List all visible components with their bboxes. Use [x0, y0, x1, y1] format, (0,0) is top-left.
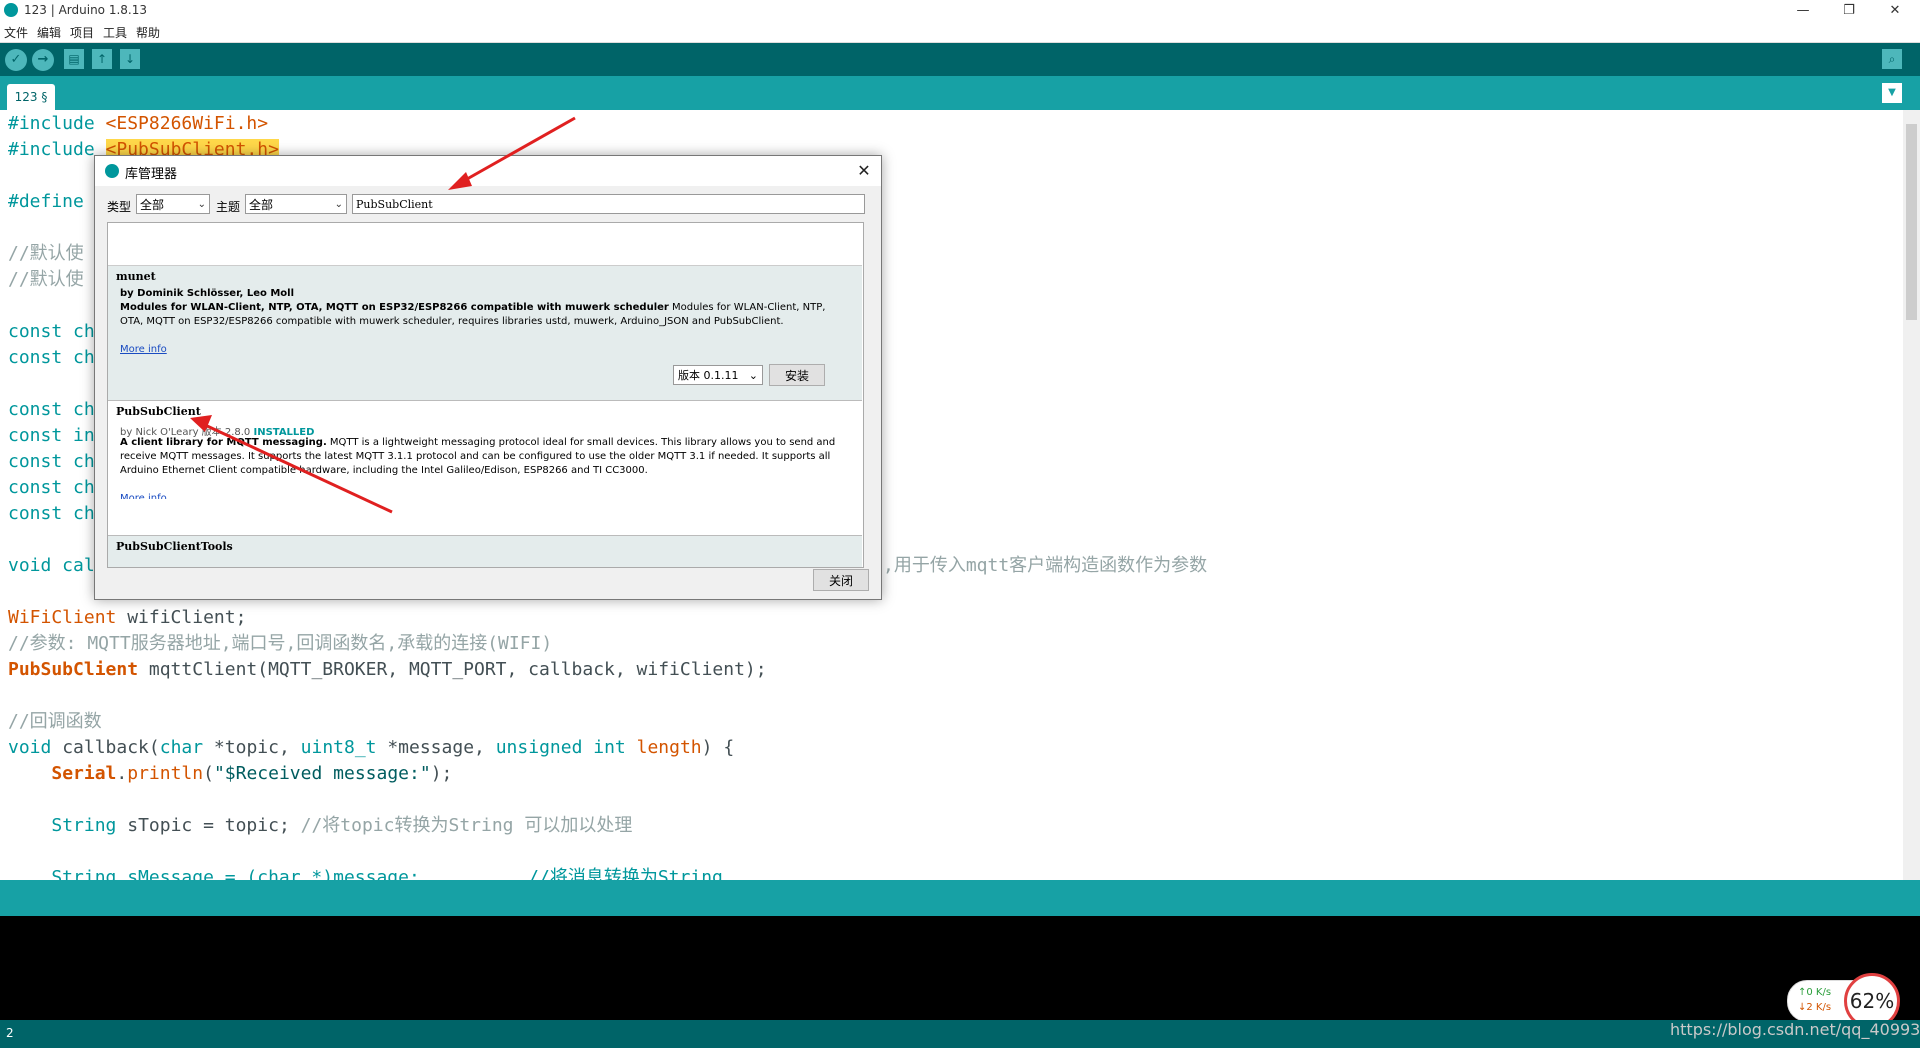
menu-help[interactable]: 帮助 [136, 24, 160, 41]
menu-edit[interactable]: 编辑 [37, 24, 61, 41]
list-scrollbar[interactable] [863, 223, 864, 567]
code-line: const ch [8, 399, 95, 420]
code-line: const in [8, 425, 95, 446]
code-line: Serial.println("$Received message:"); [51, 763, 453, 784]
tab-menu-icon[interactable]: ▼ [1882, 83, 1902, 103]
library-name: munet [116, 270, 156, 283]
code-line: PubSubClient mqttClient(MQTT_BROKER, MQT… [8, 659, 767, 680]
serial-monitor-icon[interactable]: ⌕ [1882, 49, 1902, 69]
close-dialog-button[interactable]: 关闭 [813, 569, 869, 591]
library-list[interactable]: munet by Dominik Schlösser, Leo Moll Mod… [107, 222, 864, 568]
console-output[interactable] [0, 916, 1920, 1020]
code-line: String sTopic = topic; //将topic转换为String… [51, 815, 633, 836]
list-item-munet[interactable]: munet by Dominik Schlösser, Leo Moll Mod… [108, 266, 862, 401]
code-line: void cal [8, 555, 95, 576]
arduino-logo-icon [105, 164, 119, 178]
list-item-pubsubclienttools[interactable]: PubSubClientTools [108, 536, 862, 567]
download-speed: ↓2 K/s [1798, 1002, 1832, 1013]
code-line: WiFiClient wifiClient; [8, 607, 247, 628]
chevron-down-icon: ⌄ [748, 369, 758, 382]
code-line: const ch [8, 477, 95, 498]
upload-speed: ↑0 K/s [1798, 987, 1832, 998]
code-line: //默认使 [8, 243, 84, 264]
code-line: void callback(char *topic, uint8_t *mess… [8, 737, 735, 758]
toolbar: ✓ → ▤ ↑ ↓ ⌕ [0, 43, 1920, 76]
library-author: by Dominik Schlösser, Leo Moll [120, 288, 295, 299]
open-file-icon[interactable]: ↑ [92, 49, 112, 69]
code-line: #define [8, 191, 95, 212]
status-bar: 2 [0, 1020, 1920, 1048]
topic-label: 主题 [216, 200, 241, 214]
title-bar: 123 | Arduino 1.8.13 — ❐ ✕ [0, 0, 1920, 22]
code-line: const ch [8, 347, 95, 368]
code-line: #include <ESP8266WiFi.h> [8, 113, 269, 134]
chevron-down-icon: ⌄ [197, 199, 206, 210]
library-search-input[interactable]: PubSubClient [352, 194, 865, 214]
library-name: PubSubClient [116, 405, 201, 418]
arduino-logo-icon [4, 3, 18, 17]
tab-strip: 123 § ▼ [0, 76, 1920, 110]
tab-sketch[interactable]: 123 § [7, 84, 55, 110]
install-button[interactable]: 安装 [769, 364, 825, 386]
type-label: 类型 [107, 200, 132, 214]
minimize-button[interactable]: — [1780, 0, 1826, 22]
verify-icon[interactable]: ✓ [5, 49, 27, 71]
more-info-link[interactable]: More info [120, 344, 167, 355]
message-strip [0, 880, 1920, 916]
menu-file[interactable]: 文件 [4, 24, 28, 41]
library-description: Modules for WLAN-Client, NTP, OTA, MQTT … [120, 302, 826, 327]
dialog-close-icon[interactable]: ✕ [851, 160, 877, 182]
topic-select[interactable]: 全部 ⌄ [245, 194, 347, 214]
code-line: //回调函数 [8, 711, 102, 732]
upload-icon[interactable]: → [32, 49, 54, 71]
menu-sketch[interactable]: 项目 [70, 24, 94, 41]
code-line: const ch [8, 503, 95, 524]
version-select[interactable]: 版本 0.1.11 ⌄ [673, 365, 763, 385]
library-description: A client library for MQTT messaging. MQT… [120, 437, 836, 476]
code-line: const ch [8, 321, 95, 342]
menu-bar: 文件 编辑 项目 工具 帮助 [0, 22, 1920, 43]
menu-tools[interactable]: 工具 [103, 24, 127, 41]
new-file-icon[interactable]: ▤ [64, 49, 84, 69]
library-manager-dialog: 库管理器 ✕ 类型 全部 ⌄ 主题 全部 ⌄ PubSubClient munet … [94, 155, 882, 600]
editor-scrollbar-thumb[interactable] [1906, 124, 1917, 320]
window-title: 123 | Arduino 1.8.13 [24, 3, 147, 17]
code-line: //默认使 [8, 269, 84, 290]
list-item-pubsubclient[interactable]: PubSubClient by Nick O'Leary 版本 2.8.0 IN… [108, 401, 862, 536]
save-file-icon[interactable]: ↓ [120, 49, 140, 69]
more-info-link[interactable]: More info [120, 493, 167, 499]
dialog-title: 库管理器 [125, 167, 178, 182]
code-line: //参数: MQTT服务器地址,端口号,回调函数名,承载的连接(WIFI) [8, 633, 553, 654]
dialog-title-bar: 库管理器 ✕ [95, 156, 881, 186]
close-window-button[interactable]: ✕ [1872, 0, 1918, 22]
maximize-button[interactable]: ❐ [1826, 0, 1872, 22]
list-item-empty [108, 223, 862, 266]
code-line: ,用于传入mqtt客户端构造函数作为参数 [883, 555, 1208, 576]
library-name: PubSubClientTools [116, 540, 233, 553]
chevron-down-icon: ⌄ [334, 199, 343, 210]
code-line: String sMessage = (char *)message; //将消息… [8, 867, 723, 880]
type-select[interactable]: 全部 ⌄ [136, 194, 210, 214]
watermark: https://blog.csdn.net/qq_40993 [1670, 1020, 1920, 1039]
code-line: const ch [8, 451, 95, 472]
line-number: 2 [6, 1026, 14, 1040]
